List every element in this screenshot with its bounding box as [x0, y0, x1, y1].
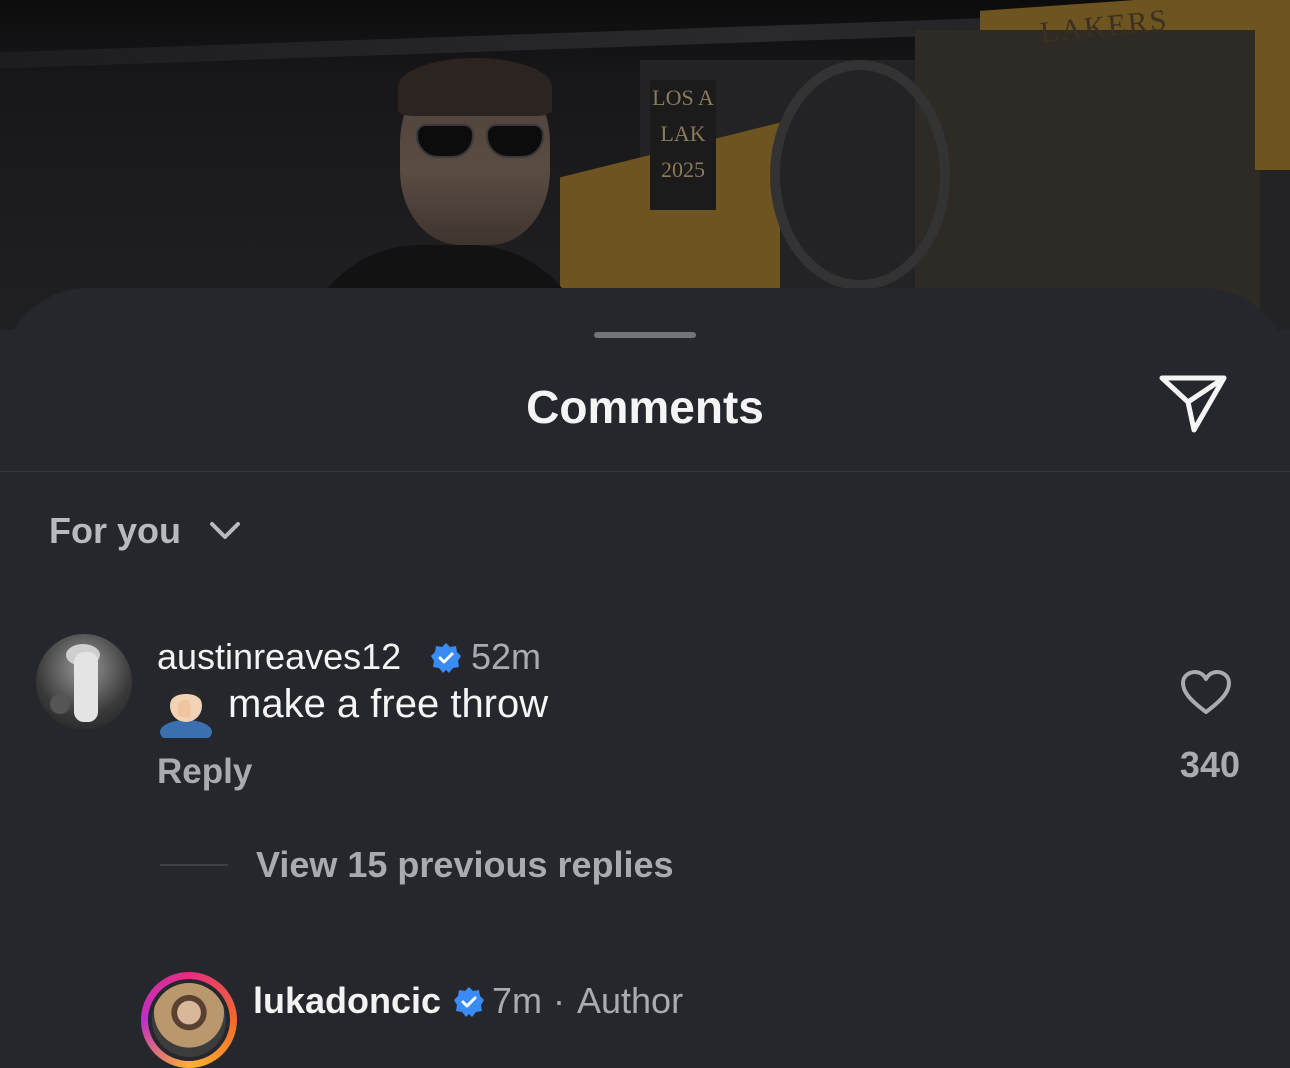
sort-dropdown[interactable]: For you: [49, 510, 241, 552]
verified-badge-icon: [454, 987, 484, 1017]
comment-username[interactable]: austinreaves12: [157, 636, 401, 678]
heart-icon[interactable]: [1180, 670, 1232, 716]
sort-label: For you: [49, 510, 181, 551]
reply-button[interactable]: Reply: [157, 752, 252, 792]
author-tag: Author: [577, 980, 684, 1021]
chevron-down-icon: [210, 522, 240, 539]
verified-badge-icon: [431, 643, 461, 673]
like-count: 340: [1179, 744, 1240, 785]
drag-handle[interactable]: [594, 332, 696, 338]
background-video-frame: LOS A LAK 2025 LAKERS: [0, 0, 1290, 330]
face-palm-emoji-icon: [160, 688, 212, 738]
sheet-title: Comments: [526, 381, 764, 433]
comment-time: 52m: [471, 636, 542, 677]
gold-strip: [1255, 20, 1290, 170]
comments-sheet: Comments For you austinreaves12 52m make…: [0, 288, 1290, 1068]
header-divider: [0, 471, 1290, 472]
reply-time: 7m: [492, 980, 543, 1021]
comment-text: make a free throw: [228, 682, 549, 726]
dark-panel: [915, 30, 1260, 330]
send-icon[interactable]: [1158, 372, 1230, 436]
sunglasses: [416, 124, 546, 158]
steering-wheel: [770, 60, 950, 290]
thread-line: [160, 864, 228, 866]
avatar: [152, 983, 226, 1057]
person-hair: [398, 58, 552, 116]
view-replies-label: View 15 previous replies: [256, 844, 674, 885]
reply-username[interactable]: lukadoncic: [253, 980, 441, 1022]
avatar-story-ring[interactable]: [141, 972, 237, 1068]
sign-line: LOS A: [652, 85, 714, 110]
avatar[interactable]: [36, 634, 132, 730]
meta-separator: ·: [553, 980, 565, 1021]
sign-line: 2025: [661, 157, 705, 182]
sign-line: LAK: [660, 121, 706, 146]
view-replies-button[interactable]: View 15 previous replies: [160, 844, 674, 886]
lakers-sign: LOS A LAK 2025: [650, 80, 716, 210]
